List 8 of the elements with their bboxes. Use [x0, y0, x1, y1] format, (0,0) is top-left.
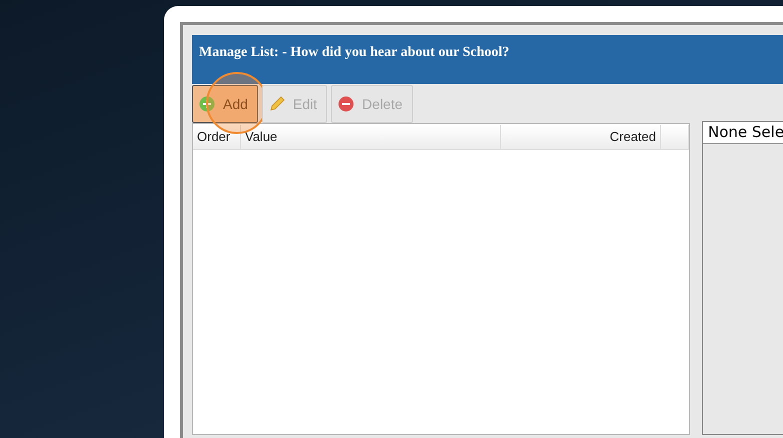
column-header[interactable]: Created: [501, 125, 661, 149]
minus-icon: [338, 96, 354, 112]
column-header[interactable]: Order: [193, 125, 241, 149]
pencil-icon: [268, 96, 285, 112]
column-header[interactable]: Value: [241, 125, 501, 149]
dialog-title: Manage List: - How did you hear about our School?: [199, 45, 510, 60]
plus-icon: [199, 96, 215, 112]
detail-field: None Sele: [703, 122, 783, 144]
